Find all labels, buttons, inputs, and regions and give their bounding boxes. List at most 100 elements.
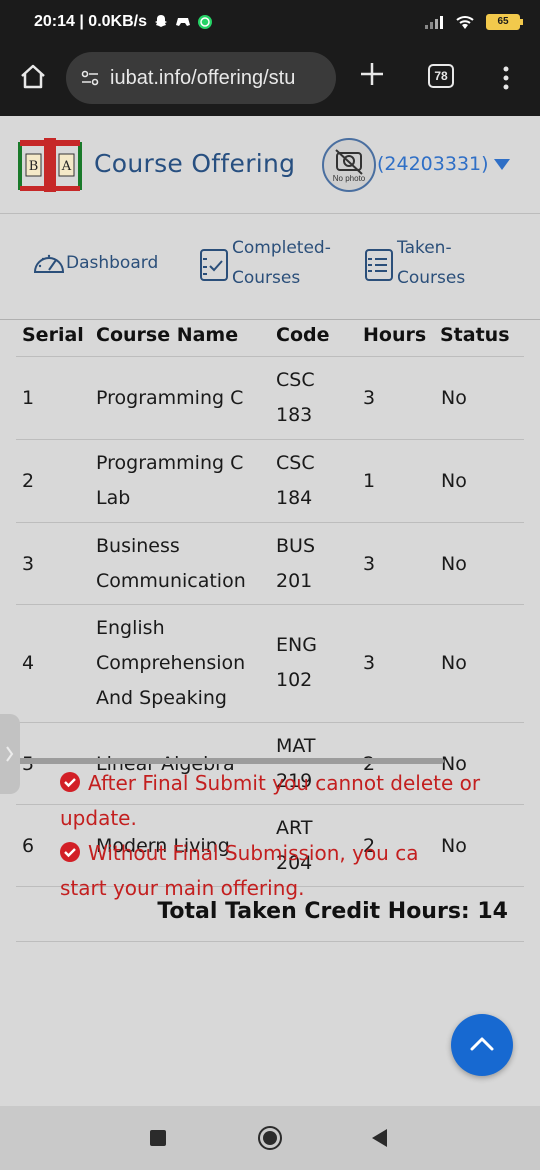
nav-completed-line1[interactable]: Completed- [232, 233, 331, 263]
cellular-signal-icon [425, 16, 443, 29]
cell-serial: 6 [22, 835, 35, 857]
code-number: 183 [276, 404, 313, 426]
code-prefix: CSC [276, 452, 315, 474]
avatar[interactable]: No photo [322, 138, 376, 192]
more-options-icon[interactable] [496, 64, 516, 92]
course-name-line: Communication [96, 570, 246, 592]
cell-course-name: Programming C [96, 387, 244, 409]
cell-code: CSC 184 [276, 446, 315, 516]
battery-indicator: 65 [486, 14, 523, 30]
warning-note-line: start your main offering. [60, 876, 305, 900]
cell-code: ENG 102 [276, 628, 317, 698]
iubat-logo: B A [18, 138, 82, 192]
side-panel-handle[interactable] [0, 714, 20, 794]
page-title: Course Offering [94, 149, 296, 178]
chevron-down-icon[interactable] [494, 159, 510, 170]
cell-hours: 3 [363, 387, 376, 409]
list-document-icon[interactable] [363, 247, 397, 283]
cell-course-name: Programming C Lab [96, 446, 243, 516]
cell-hours: 3 [363, 553, 376, 575]
col-header-code: Code [276, 324, 330, 346]
warning-note: Without Final Submission, you ca start y… [60, 836, 530, 906]
page-header: B A Course Offering No photo (24203331) [0, 116, 540, 214]
warning-note: After Final Submit you cannot delete or … [60, 766, 530, 836]
code-prefix: BUS [276, 535, 316, 557]
scroll-to-top-button[interactable] [451, 1014, 513, 1076]
code-number: 201 [276, 570, 313, 592]
cell-status: No [441, 652, 467, 674]
warning-note-line: update. [60, 806, 137, 830]
warning-note-line: Without Final Submission, you ca [88, 841, 419, 865]
nav-completed-courses-link[interactable]: Completed- Courses [232, 233, 331, 293]
nav-taken-line1[interactable]: Taken- [397, 233, 465, 263]
cell-serial: 5 [22, 753, 35, 775]
cell-status: No [441, 387, 467, 409]
recent-apps-icon[interactable] [150, 1130, 166, 1146]
snapchat-icon [154, 15, 167, 27]
code-prefix: CSC [276, 369, 315, 391]
cell-hours: 1 [363, 470, 376, 492]
status-left: 20:14 | 0.0KB/s [34, 13, 213, 31]
check-circle-icon [60, 772, 80, 792]
svg-text:A: A [61, 159, 72, 174]
dashboard-gauge-icon[interactable] [32, 248, 66, 276]
col-header-status: Status [440, 324, 510, 346]
wifi-icon [456, 16, 474, 29]
nav-completed-line2[interactable]: Courses [232, 263, 331, 293]
cell-serial: 2 [22, 470, 35, 492]
code-number: 102 [276, 669, 313, 691]
table-row: 2 Programming C Lab CSC 184 1 No [16, 439, 524, 522]
page-nav: Dashboard Completed- Courses Taken- Cour… [0, 215, 540, 320]
url-text[interactable]: iubat.info/offering/stu [110, 67, 295, 90]
warning-note-line: After Final Submit you cannot delete or [88, 771, 481, 795]
home-icon[interactable] [18, 62, 48, 92]
cell-serial: 1 [22, 387, 35, 409]
nav-taken-line2[interactable]: Courses [397, 263, 465, 293]
checklist-icon[interactable] [198, 247, 232, 283]
warning-notes: After Final Submit you cannot delete or … [60, 766, 530, 906]
no-photo-camera-icon [335, 149, 363, 175]
svg-text:B: B [29, 159, 39, 174]
cell-hours: 3 [363, 652, 376, 674]
course-name-line: Comprehension [96, 652, 246, 674]
status-time: 20:14 | 0.0KB/s [34, 13, 147, 30]
course-name-line: Business [96, 535, 180, 557]
student-id-dropdown[interactable]: (24203331) [377, 153, 489, 175]
new-tab-icon[interactable] [358, 60, 386, 88]
col-header-hours: Hours [363, 324, 427, 346]
horizontal-scrollbar[interactable] [16, 758, 444, 764]
nav-dashboard-link[interactable]: Dashboard [66, 248, 158, 278]
status-right: 65 [424, 14, 523, 30]
course-name-line: And Speaking [96, 687, 227, 709]
cell-course-name: Business Communication [96, 529, 246, 599]
course-name-line: Programming C [96, 452, 244, 474]
code-prefix: ENG [276, 634, 317, 656]
address-bar[interactable]: iubat.info/offering/stu [66, 52, 336, 104]
table-row: 3 Business Communication BUS 201 3 No [16, 522, 524, 604]
web-page: B A Course Offering No photo (24203331) … [0, 116, 540, 1106]
cell-serial: 4 [22, 652, 35, 674]
nav-taken-courses-link[interactable]: Taken- Courses [397, 233, 465, 293]
avatar-caption: No photo [332, 174, 366, 183]
cell-course-name: English Comprehension And Speaking [96, 611, 245, 716]
back-icon[interactable] [372, 1129, 387, 1147]
table-row: 4 English Comprehension And Speaking ENG… [16, 604, 524, 722]
cell-code: BUS 201 [276, 529, 315, 599]
cell-code: CSC 183 [276, 363, 315, 433]
game-controller-icon [175, 18, 190, 26]
course-name-line: Lab [96, 487, 131, 509]
home-circle-icon[interactable] [258, 1126, 282, 1150]
code-number: 184 [276, 487, 313, 509]
whatsapp-icon [197, 15, 212, 29]
tab-switcher-button[interactable]: 78 [428, 64, 454, 88]
cell-status: No [441, 470, 467, 492]
site-settings-icon[interactable] [80, 68, 100, 88]
chevron-up-icon[interactable] [451, 1014, 513, 1076]
check-circle-icon [60, 842, 80, 862]
cell-serial: 3 [22, 553, 35, 575]
chevron-right-icon[interactable] [0, 714, 20, 794]
col-header-serial: Serial [22, 324, 84, 346]
table-row: 1 Programming C CSC 183 3 No [16, 356, 524, 439]
course-name-line: English [96, 617, 165, 639]
cell-status: No [441, 553, 467, 575]
